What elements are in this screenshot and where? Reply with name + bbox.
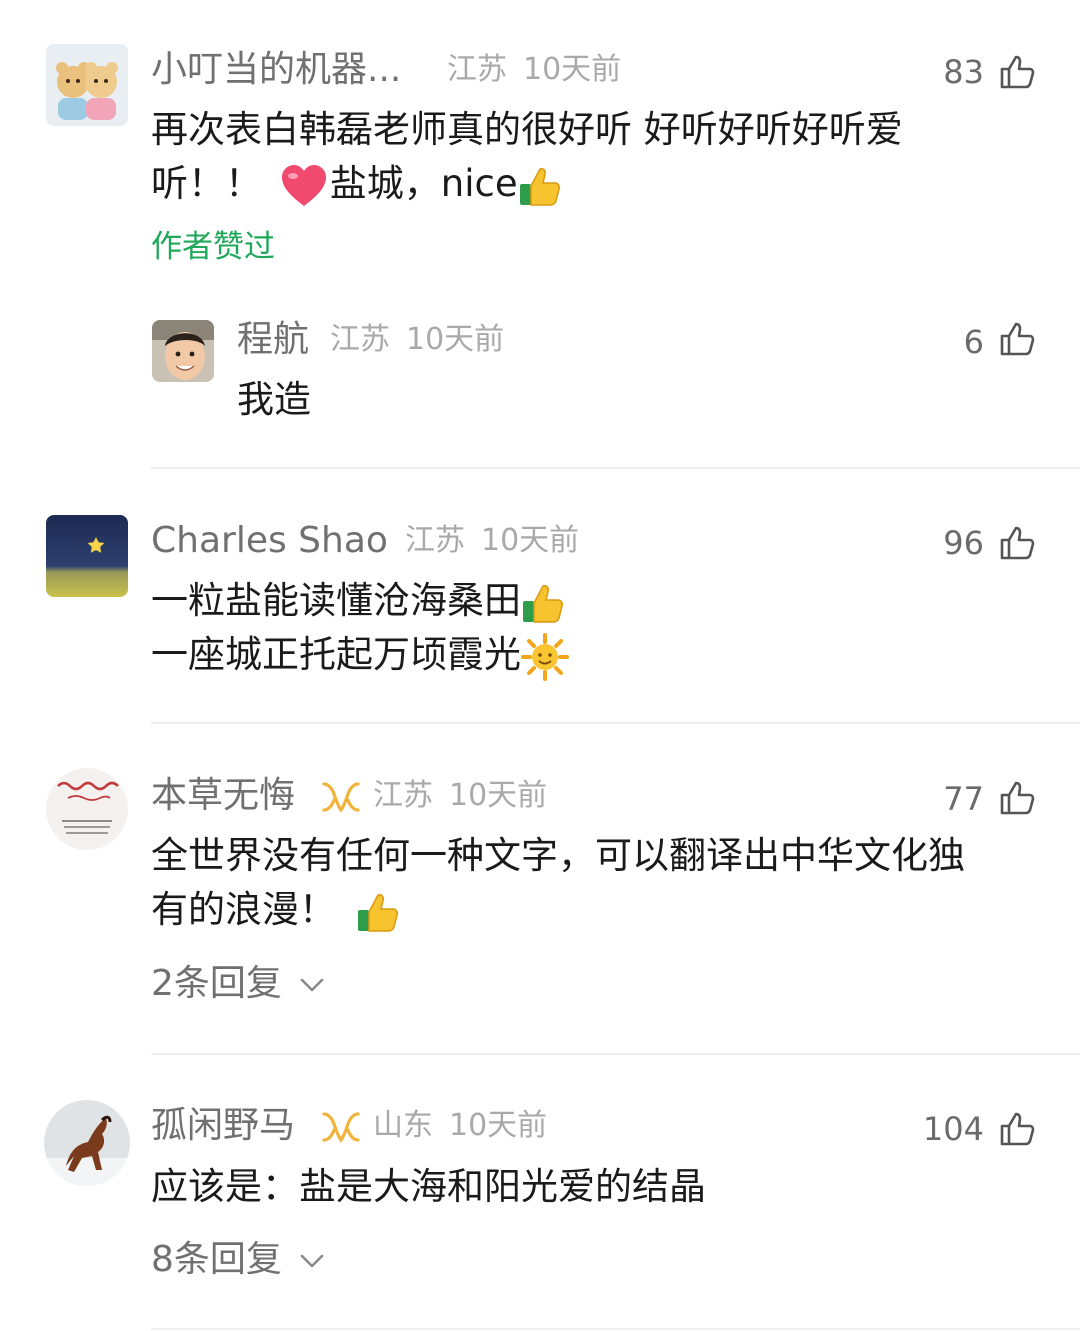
thumbs-up-emoji [358, 893, 398, 932]
commenter-name[interactable]: 小叮当的机器... [151, 48, 401, 92]
comment-location: 江苏 [447, 52, 507, 87]
comment-text: 再次表白韩磊老师真的很好听 好听好听好听爱 [151, 108, 903, 151]
view-replies-button[interactable]: 8条回复 [151, 1236, 325, 1284]
comment-location: 山东 [373, 1108, 433, 1143]
thumb-up-outline-icon[interactable] [999, 1111, 1035, 1147]
chevron-down-icon [301, 1254, 324, 1268]
replies-count-label: 2条回复 [151, 963, 282, 1004]
thumbs-up-emoji [519, 167, 560, 206]
commenter-name[interactable]: 本草无悔 [151, 774, 295, 818]
comment-text-line2: 有的浪漫！ [151, 883, 400, 937]
divider [151, 467, 1080, 469]
avatar[interactable] [46, 44, 128, 126]
comment-text-line2: 听！！ 盐城，nice [151, 157, 562, 211]
sun-emoji [521, 632, 569, 681]
gold-badge-icon [322, 1112, 360, 1143]
comment-time: 10天前 [523, 52, 622, 87]
comment-location: 江苏 [373, 778, 433, 813]
comment-time: 10天前 [449, 778, 548, 813]
reply-time: 10天前 [406, 322, 505, 357]
like-count: 96 [943, 524, 984, 562]
avatar[interactable] [46, 768, 128, 850]
comment-text-part: 有的浪漫！ [151, 888, 336, 931]
reply-location: 江苏 [330, 322, 390, 357]
comment-text: 全世界没有任何一种文字，可以翻译出中华文化独 [151, 834, 965, 877]
avatar[interactable] [152, 320, 214, 382]
comment-text-part: 听！！ [151, 162, 262, 205]
chevron-down-icon [301, 978, 324, 992]
reply-name[interactable]: 程航 [237, 318, 309, 362]
comment-text-line2: 一座城正托起万顷霞光 [151, 628, 569, 682]
divider [151, 1053, 1080, 1055]
like-count: 104 [922, 1110, 984, 1148]
comment-text-part: 一粒盐能读懂沧海桑田 [151, 579, 521, 622]
divider [151, 722, 1080, 724]
avatar[interactable] [46, 515, 128, 597]
author-liked-label: 作者赞过 [151, 229, 275, 265]
commenter-name[interactable]: Charles Shao [151, 519, 388, 563]
like-count: 83 [943, 53, 984, 91]
gold-badge-icon [322, 782, 360, 813]
comment-text: 一粒盐能读懂沧海桑田 [151, 574, 565, 628]
thumb-up-outline-icon[interactable] [999, 780, 1035, 816]
like-count: 77 [943, 780, 984, 818]
replies-count-label: 8条回复 [151, 1239, 282, 1280]
view-replies-button[interactable]: 2条回复 [151, 960, 325, 1008]
thumb-up-outline-icon[interactable] [999, 54, 1035, 90]
comment-text-part: 盐城，nice [329, 162, 518, 205]
commenter-name[interactable]: 孤闲野马 [151, 1104, 295, 1148]
thumb-up-outline-icon[interactable] [999, 321, 1035, 357]
heart-emoji [281, 164, 326, 206]
comment-time: 10天前 [481, 523, 580, 558]
thumbs-up-emoji [523, 584, 563, 623]
comment-text-part: 一座城正托起万顷霞光 [151, 633, 521, 676]
avatar[interactable] [44, 1100, 130, 1186]
like-count: 6 [963, 323, 984, 361]
comment-time: 10天前 [449, 1108, 548, 1143]
thumb-up-outline-icon[interactable] [999, 525, 1035, 561]
divider [151, 1328, 1080, 1330]
comment-text: 应该是：盐是大海和阳光爱的结晶 [151, 1165, 706, 1208]
reply-text: 我造 [237, 378, 311, 421]
comment-location: 江苏 [405, 523, 465, 558]
